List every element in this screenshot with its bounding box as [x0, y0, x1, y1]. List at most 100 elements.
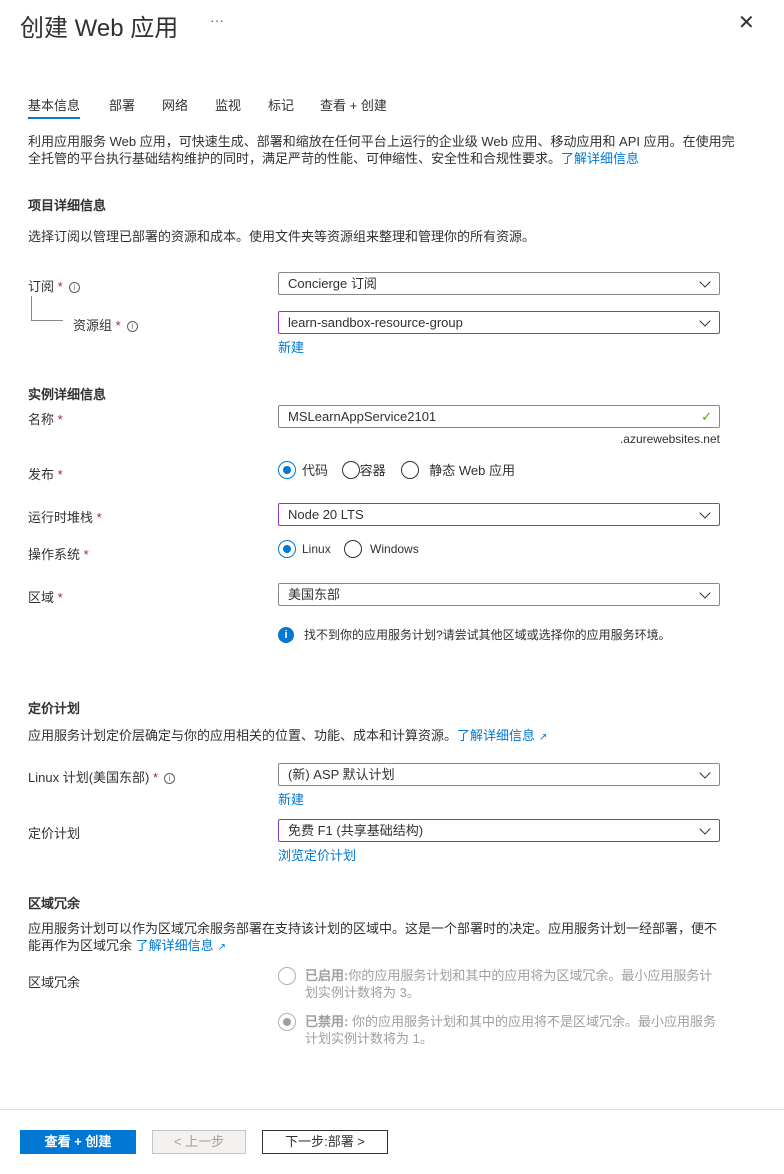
chevron-down-icon	[699, 507, 711, 519]
label-text: 运行时堆栈	[28, 510, 94, 525]
name-input[interactable]: MSLearnAppService2101 ✓	[278, 405, 720, 428]
subscription-label: 订阅 * i	[28, 276, 80, 295]
external-link-icon: ↗	[217, 942, 227, 953]
name-label: 名称 *	[28, 412, 63, 427]
dropdown-value: Node 20 LTS	[288, 507, 364, 522]
check-icon: ✓	[701, 409, 712, 424]
info-icon[interactable]: i	[68, 282, 80, 293]
project-heading: 项目详细信息	[28, 198, 107, 213]
learn-more-link[interactable]: 了解详细信息	[561, 151, 639, 166]
radio-button[interactable]	[401, 460, 420, 479]
subscription-dropdown[interactable]: Concierge 订阅	[278, 272, 720, 295]
more-options-button[interactable]: ···	[210, 12, 224, 28]
option-text: 你的应用服务计划和其中的应用将为区域冗余。最小应用服务计划实例计数将为 3。	[305, 968, 713, 1000]
pricing-heading: 定价计划	[28, 701, 81, 716]
project-desc: 选择订阅以管理已部署的资源和成本。使用文件夹等资源组来整理和管理你的所有资源。	[28, 229, 536, 244]
os-linux-radio[interactable]: Linux	[278, 540, 331, 558]
option-title: 已禁用:	[305, 1014, 349, 1029]
label-text: 订阅	[28, 279, 55, 294]
region-dropdown[interactable]: 美国东部	[278, 583, 720, 606]
zone-enabled-radio[interactable]: 已启用:你的应用服务计划和其中的应用将为区域冗余。最小应用服务计划实例计数将为 …	[278, 967, 725, 1001]
os-windows-radio[interactable]: Windows	[344, 540, 419, 558]
os-label: 操作系统 *	[28, 547, 89, 562]
option-title: 已启用:	[305, 968, 349, 983]
tab-deployment[interactable]: 部署	[109, 95, 135, 114]
info-icon[interactable]: i	[126, 321, 138, 332]
option-text: 你的应用服务计划和其中的应用将不是区域冗余。最小应用服务计划实例计数将为 1。	[305, 1014, 716, 1046]
create-plan-link[interactable]: 新建	[278, 789, 304, 808]
chevron-down-icon	[699, 823, 711, 835]
input-value: MSLearnAppService2101	[288, 409, 437, 424]
dropdown-value: 美国东部	[288, 587, 341, 602]
tab-basics[interactable]: 基本信息	[28, 95, 81, 119]
radio-button[interactable]	[344, 540, 363, 558]
radio-label: 容器	[359, 463, 386, 478]
pricing-learn-more-link[interactable]: 了解详细信息 ↗	[457, 728, 547, 743]
chevron-down-icon	[699, 315, 711, 327]
runtime-label: 运行时堆栈 *	[28, 510, 102, 525]
resource-group-dropdown[interactable]: learn-sandbox-resource-group	[278, 311, 720, 334]
next-button[interactable]: 下一步:部署 >	[262, 1130, 388, 1154]
domain-suffix: .azurewebsites.net	[619, 432, 720, 446]
pricing-desc: 应用服务计划定价层确定与你的应用相关的位置、功能、成本和计算资源。了解详细信息 ↗	[28, 725, 547, 744]
dropdown-value: (新) ASP 默认计划	[288, 767, 395, 782]
publish-container-radio[interactable]: 容器	[341, 460, 386, 479]
region-info: i 找不到你的应用服务计划?请尝试其他区域或选择你的应用服务环境。	[278, 626, 671, 643]
dropdown-value: Concierge 订阅	[288, 276, 377, 291]
tab-review-create[interactable]: 查看 + 创建	[320, 95, 387, 114]
publish-static-radio[interactable]: 静态 Web 应用	[401, 460, 515, 479]
radio-label: 静态 Web 应用	[429, 463, 516, 478]
resource-group-label: 资源组 * i	[73, 315, 138, 334]
label-text: Linux 计划(美国东部)	[28, 770, 150, 785]
radio-label: Linux	[302, 542, 331, 556]
label-text: 区域	[28, 590, 55, 605]
chevron-down-icon	[699, 587, 711, 599]
tab-tags[interactable]: 标记	[268, 95, 294, 114]
zone-learn-more-link[interactable]: 了解详细信息 ↗	[136, 938, 226, 953]
info-circle-icon: i	[278, 626, 294, 643]
tier-label: 定价计划	[28, 826, 81, 841]
external-link-icon: ↗	[539, 732, 548, 743]
radio-button[interactable]	[278, 967, 296, 985]
chevron-down-icon	[699, 767, 711, 779]
page-title: 创建 Web 应用	[20, 15, 179, 42]
tab-monitoring[interactable]: 监视	[215, 95, 241, 114]
radio-button[interactable]	[278, 460, 296, 479]
radio-label: 代码	[302, 463, 329, 478]
publish-code-radio[interactable]: 代码	[278, 460, 328, 479]
radio-button[interactable]	[278, 540, 296, 558]
radio-label: 已禁用: 你的应用服务计划和其中的应用将不是区域冗余。最小应用服务计划实例计数将…	[305, 1013, 725, 1047]
zone-label: 区域冗余	[28, 975, 81, 990]
chevron-down-icon	[699, 276, 711, 288]
tab-networking[interactable]: 网络	[162, 95, 188, 114]
plan-dropdown[interactable]: (新) ASP 默认计划	[278, 763, 720, 786]
label-text: 操作系统	[28, 547, 81, 562]
zone-heading: 区域冗余	[28, 896, 81, 911]
info-text: 找不到你的应用服务计划?请尝试其他区域或选择你的应用服务环境。	[304, 628, 671, 642]
tree-connector	[31, 296, 63, 321]
plan-label: Linux 计划(美国东部) * i	[28, 767, 176, 786]
dropdown-value: 免费 F1 (共享基础结构)	[288, 823, 424, 838]
label-text: 发布	[28, 467, 55, 482]
footer-divider	[0, 1109, 784, 1110]
review-create-button[interactable]: 查看 + 创建	[20, 1130, 136, 1154]
desc-text: 应用服务计划定价层确定与你的应用相关的位置、功能、成本和计算资源。	[28, 728, 458, 743]
publish-label: 发布 *	[28, 467, 63, 482]
close-icon[interactable]: ✕	[738, 10, 755, 35]
desc-text: 应用服务计划可以作为区域冗余服务部署在支持该计划的区域中。这是一个部署时的决定。…	[28, 921, 718, 953]
tier-dropdown[interactable]: 免费 F1 (共享基础结构)	[278, 819, 720, 842]
previous-button[interactable]: < 上一步	[152, 1130, 246, 1154]
link-text: 了解详细信息	[135, 938, 214, 953]
radio-button[interactable]	[278, 1013, 296, 1031]
radio-button[interactable]	[341, 460, 360, 479]
runtime-dropdown[interactable]: Node 20 LTS	[278, 503, 720, 526]
label-text: 资源组	[73, 318, 113, 333]
browse-pricing-link[interactable]: 浏览定价计划	[278, 845, 356, 864]
instance-heading: 实例详细信息	[28, 387, 107, 402]
publish-radio-group: 代码 容器 静态 Web 应用	[278, 460, 521, 482]
zone-disabled-radio[interactable]: 已禁用: 你的应用服务计划和其中的应用将不是区域冗余。最小应用服务计划实例计数将…	[278, 1013, 725, 1047]
info-icon[interactable]: i	[164, 773, 176, 784]
create-resource-group-link[interactable]: 新建	[278, 337, 304, 356]
radio-label: 已启用:你的应用服务计划和其中的应用将为区域冗余。最小应用服务计划实例计数将为 …	[305, 967, 725, 1001]
region-label: 区域 *	[28, 590, 63, 605]
